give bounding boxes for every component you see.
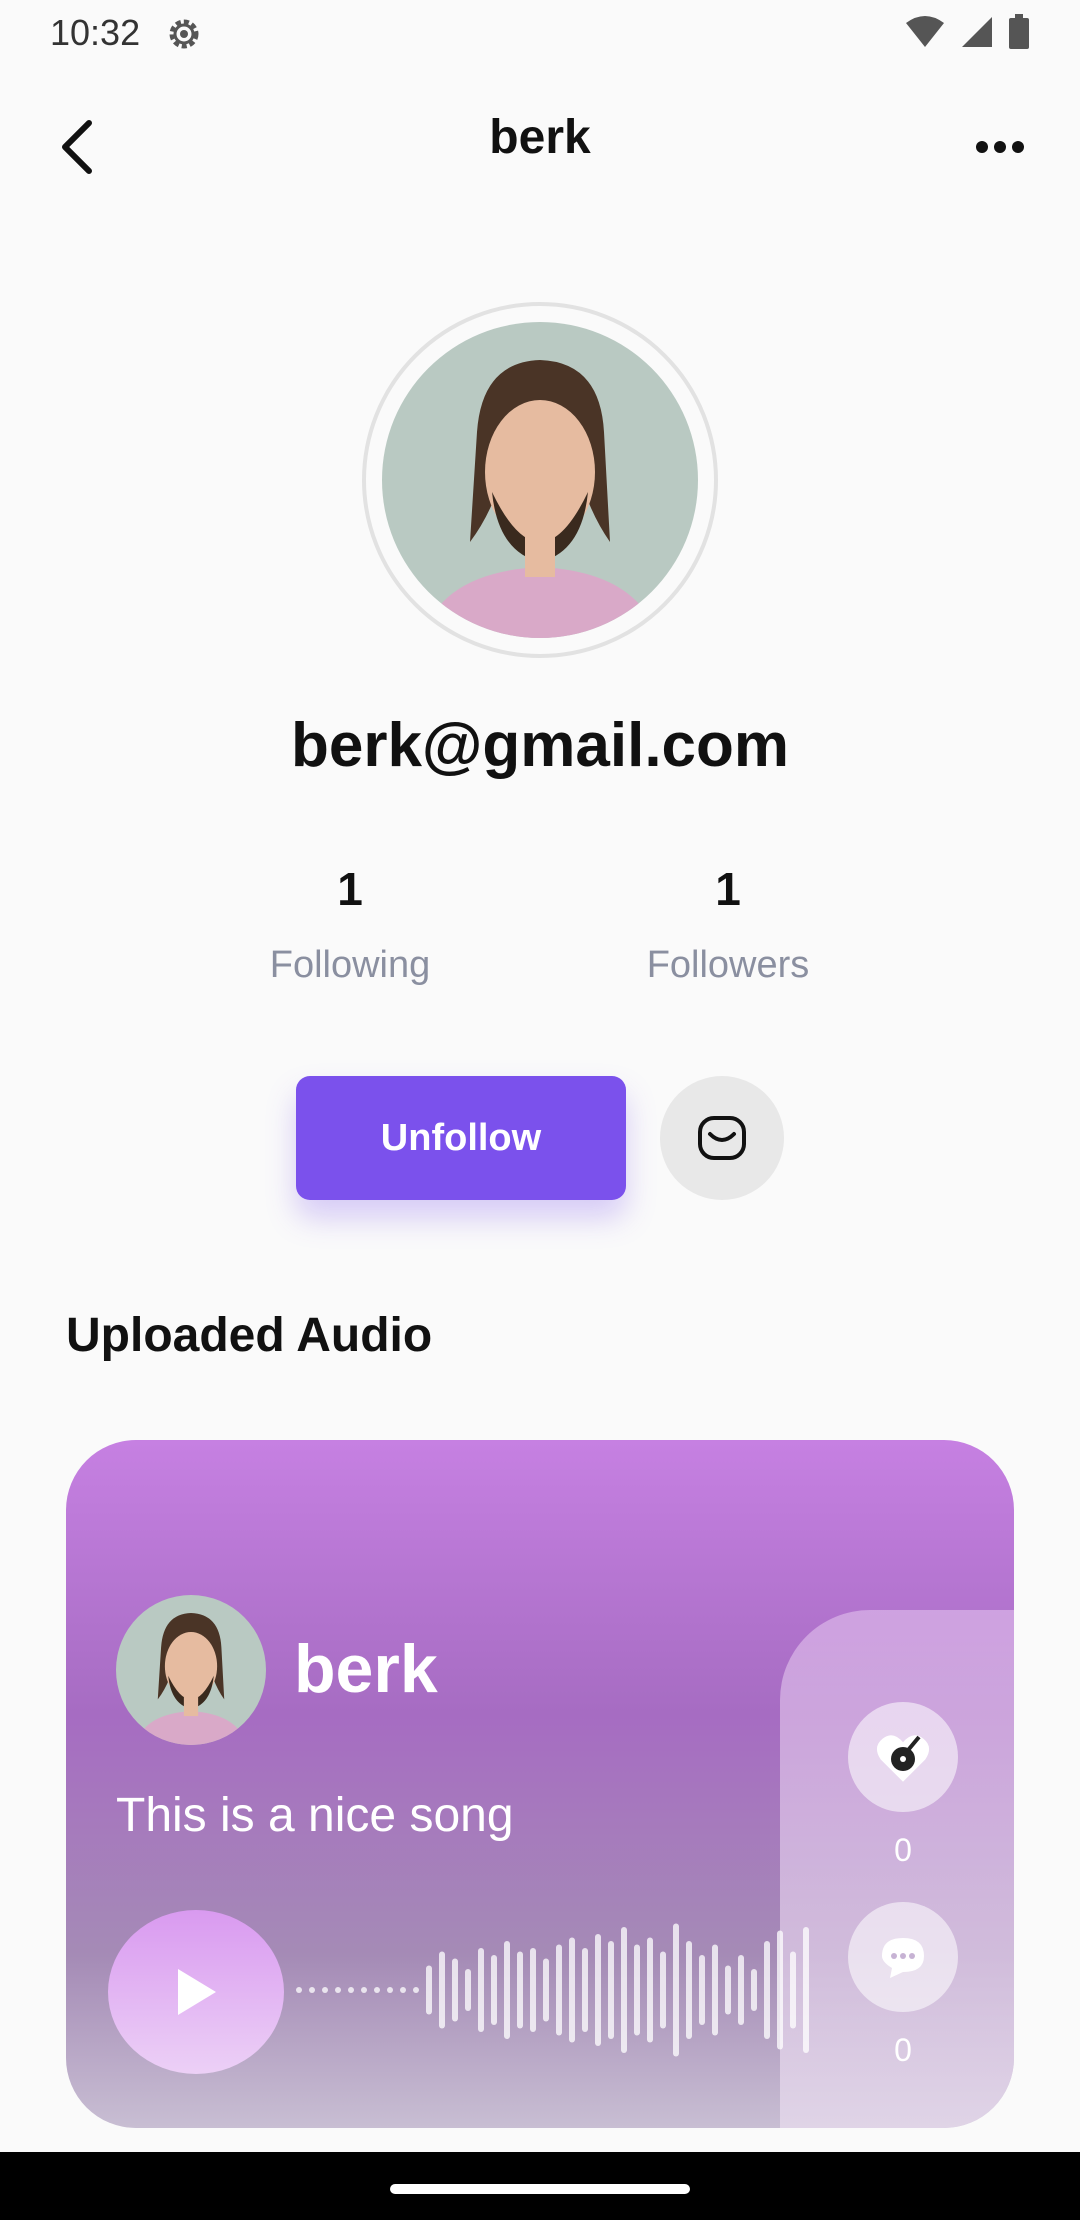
status-bar: 10:32 [0,0,1080,66]
more-horizontal-icon [976,141,1024,153]
waveform-bar [374,1987,380,1993]
waveform-bar [790,1951,796,2029]
home-gesture-handle[interactable] [390,2184,690,2194]
waveform-bar [582,1948,588,2032]
system-nav-bar [0,2152,1080,2220]
followers-count: 1 [715,863,741,915]
waveform-bar [309,1987,315,1993]
app-bar: berk [0,90,1080,200]
waveform-bar [296,1987,302,1993]
waveform-bar [335,1987,341,1993]
play-icon [178,1969,216,2015]
waveform-bar [543,1958,549,2022]
waveform-bar [322,1987,328,1993]
waveform-bar [647,1937,653,2043]
waveform-bar [608,1941,614,2039]
waveform-bar [530,1948,536,2032]
settings-gear-icon [164,14,204,54]
section-title: Uploaded Audio [66,1309,433,1362]
waveform-bar [803,1927,809,2053]
comment-count: 0 [894,2032,912,2068]
battery-icon [1008,14,1030,50]
wifi-icon [904,15,946,49]
waveform-bar [634,1944,640,2036]
audio-card[interactable]: berk This is a nice song 0 0 [66,1440,1014,2128]
waveform-bar [413,1987,419,1993]
waveform-bar [387,1987,393,1993]
waveform-bar [517,1951,523,2029]
waveform-bar [673,1923,679,2057]
waveform-bar [491,1955,497,2025]
card-description: This is a nice song [116,1789,514,1842]
heart-disc-icon [877,1735,929,1782]
page-title: berk [489,111,591,164]
waveform-bar [465,1969,471,2011]
profile-avatar [362,302,718,658]
waveform-bar [764,1941,770,2039]
status-time: 10:32 [50,12,141,53]
cellular-signal-icon [960,15,994,49]
comment-button[interactable] [848,1902,958,2012]
waveform-bar [348,1987,354,1993]
message-icon [698,1116,746,1160]
followers-stat[interactable]: 1 Followers [578,862,878,987]
waveform-bar [686,1941,692,2039]
waveform-bar [439,1951,445,2029]
following-stat[interactable]: 1 Following [200,862,500,987]
like-count: 0 [894,1832,912,1868]
waveform-bar [751,1969,757,2011]
waveform-bar [478,1948,484,2032]
waveform-bar [725,1965,731,2015]
message-button[interactable] [660,1076,784,1200]
unfollow-button[interactable]: Unfollow [296,1076,626,1200]
comment-icon [882,1938,924,1978]
avatar-image [382,322,698,638]
followers-label: Followers [646,944,810,986]
waveform-bar [699,1955,705,2025]
waveform-bar [595,1934,601,2046]
waveform-bar [400,1987,406,1993]
waveform-bar [777,1930,783,2050]
audio-waveform[interactable] [296,1910,896,2070]
waveform-bar [361,1987,367,1993]
waveform-bar [738,1955,744,2025]
play-button[interactable] [108,1910,284,2074]
waveform-bar [452,1958,458,2022]
card-username: berk [294,1631,438,1707]
waveform-bar [569,1937,575,2043]
more-options-button[interactable] [960,112,1040,182]
waveform-bar [556,1944,562,2036]
waveform-bar [426,1965,432,2015]
following-count: 1 [337,863,363,915]
profile-email: berk@gmail.com [290,711,790,780]
waveform-bar [621,1927,627,2053]
waveform-bar [712,1944,718,2036]
waveform-bar [660,1951,666,2029]
following-label: Following [269,944,431,986]
waveform-bar [504,1941,510,2039]
like-button[interactable] [848,1702,958,1812]
card-avatar [116,1595,266,1745]
